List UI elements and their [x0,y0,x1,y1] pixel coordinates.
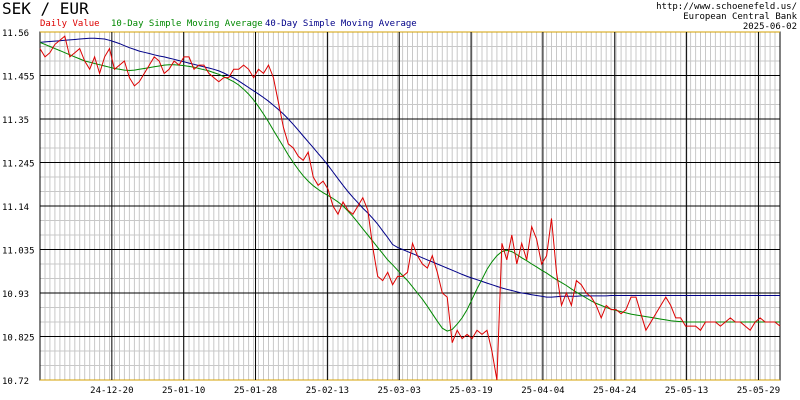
x-tick-label: 25-02-13 [306,386,349,396]
source-url: http://www.schoenefeld.us/ [656,2,797,12]
y-tick-label: 11.35 [2,116,29,126]
source-bank: European Central Bank [683,12,797,22]
x-tick-label: 24-12-20 [90,386,133,396]
chart-title: SEK / EUR [2,0,89,18]
x-tick-label: 25-03-03 [378,386,421,396]
y-tick-label: 11.035 [2,247,35,257]
x-tick-label: 25-04-24 [593,386,636,396]
x-tick-label: 25-03-19 [449,386,492,396]
y-tick-label: 10.825 [2,334,35,344]
y-tick-label: 11.56 [2,29,29,39]
legend-10day-sma: 10-Day Simple Moving Average [111,19,263,29]
x-tick-label: 25-01-28 [234,386,277,396]
y-tick-label: 10.72 [2,377,29,387]
y-tick-label: 11.14 [2,203,29,213]
legend-daily-value: Daily Value [40,19,100,29]
x-tick-label: 25-05-13 [665,386,708,396]
y-tick-label: 11.245 [2,160,35,170]
y-tick-label: 11.455 [2,73,35,83]
x-tick-label: 25-05-29 [737,386,780,396]
x-tick-label: 25-04-04 [521,386,564,396]
source-date: 2025-06-02 [743,22,797,32]
chart-svg: 11.56 11.455 11.35 11.245 11.14 11.035 10.93 10… [0,0,800,400]
chart-page: 11.56 11.455 11.35 11.245 11.14 11.035 10.93 10… [0,0,800,400]
legend-40day-sma: 40-Day Simple Moving Average [265,19,417,29]
x-tick-label: 25-01-10 [162,386,205,396]
y-tick-label: 10.93 [2,290,29,300]
